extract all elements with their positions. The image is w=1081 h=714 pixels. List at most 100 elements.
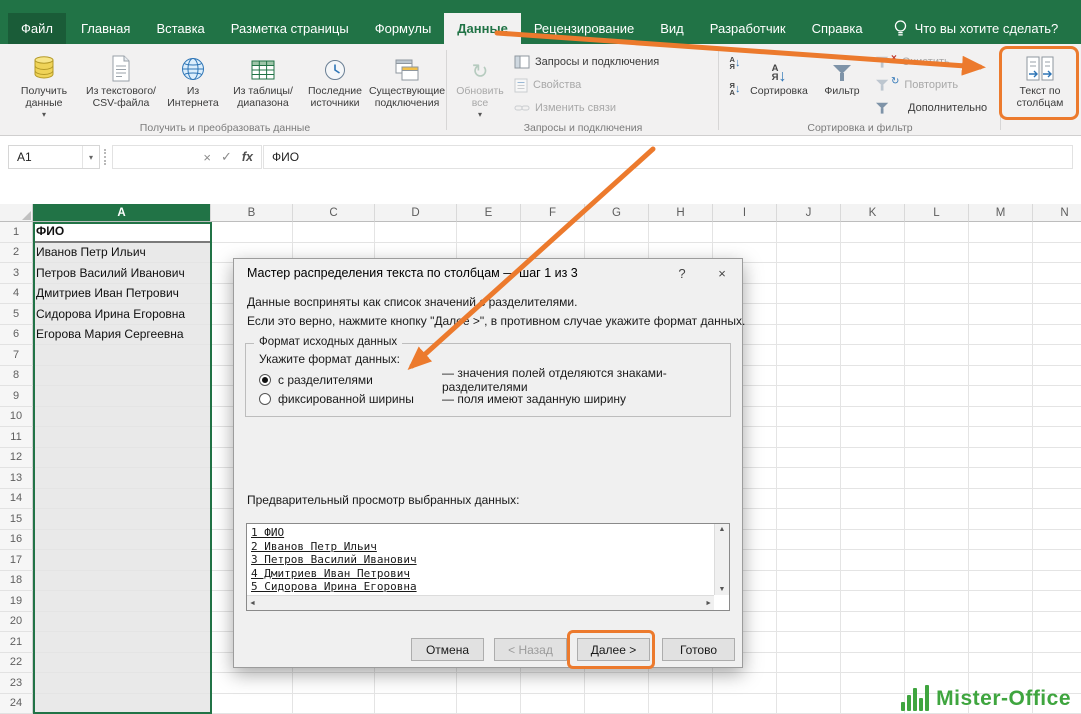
- ribbon-tab[interactable]: Разметка страницы: [218, 13, 362, 44]
- row-header-9[interactable]: 9: [0, 386, 33, 407]
- cell-A24[interactable]: [33, 694, 211, 714]
- fixed-width-radio[interactable]: [259, 393, 271, 405]
- cell-K23[interactable]: [841, 673, 905, 694]
- cell-N7[interactable]: [1033, 345, 1081, 366]
- row-header-14[interactable]: 14: [0, 489, 33, 510]
- recent-sources-button[interactable]: Последние источники: [300, 47, 370, 125]
- cell-N10[interactable]: [1033, 407, 1081, 428]
- cell-N8[interactable]: [1033, 366, 1081, 387]
- column-header-H[interactable]: H: [649, 204, 713, 222]
- column-header-B[interactable]: B: [211, 204, 293, 222]
- back-button[interactable]: < Назад: [494, 638, 567, 661]
- cell-K5[interactable]: [841, 304, 905, 325]
- cell-M4[interactable]: [969, 284, 1033, 305]
- cell-K15[interactable]: [841, 509, 905, 530]
- cell-M13[interactable]: [969, 468, 1033, 489]
- cell-J24[interactable]: [777, 694, 841, 714]
- column-header-M[interactable]: M: [969, 204, 1033, 222]
- cell-A10[interactable]: [33, 407, 211, 428]
- cell-K3[interactable]: [841, 263, 905, 284]
- cell-I1[interactable]: [713, 222, 777, 243]
- cell-N5[interactable]: [1033, 304, 1081, 325]
- cell-L1[interactable]: [905, 222, 969, 243]
- scroll-right-icon[interactable]: ►: [705, 600, 712, 607]
- cell-L8[interactable]: [905, 366, 969, 387]
- cell-A5[interactable]: Сидорова Ирина Егоровна: [33, 304, 211, 325]
- cell-D23[interactable]: [375, 673, 457, 694]
- cell-M15[interactable]: [969, 509, 1033, 530]
- cell-E24[interactable]: [457, 694, 521, 714]
- cell-E1[interactable]: [457, 222, 521, 243]
- cell-A20[interactable]: [33, 612, 211, 633]
- row-header-6[interactable]: 6: [0, 325, 33, 346]
- from-web-button[interactable]: Из Интернета: [160, 47, 226, 125]
- name-box[interactable]: A1 ▾: [8, 145, 100, 169]
- cell-G24[interactable]: [585, 694, 649, 714]
- cell-K9[interactable]: [841, 386, 905, 407]
- cell-M2[interactable]: [969, 243, 1033, 264]
- cell-L7[interactable]: [905, 345, 969, 366]
- cell-C23[interactable]: [293, 673, 375, 694]
- cell-N2[interactable]: [1033, 243, 1081, 264]
- cell-J2[interactable]: [777, 243, 841, 264]
- cell-J16[interactable]: [777, 530, 841, 551]
- cell-J3[interactable]: [777, 263, 841, 284]
- cell-I23[interactable]: [713, 673, 777, 694]
- cell-N17[interactable]: [1033, 550, 1081, 571]
- delimited-radio[interactable]: [259, 374, 271, 386]
- column-header-D[interactable]: D: [375, 204, 457, 222]
- cell-L20[interactable]: [905, 612, 969, 633]
- cell-L12[interactable]: [905, 448, 969, 469]
- cell-K7[interactable]: [841, 345, 905, 366]
- cell-G1[interactable]: [585, 222, 649, 243]
- cell-N19[interactable]: [1033, 591, 1081, 612]
- cell-K21[interactable]: [841, 632, 905, 653]
- row-header-23[interactable]: 23: [0, 673, 33, 694]
- row-header-13[interactable]: 13: [0, 468, 33, 489]
- cell-L13[interactable]: [905, 468, 969, 489]
- properties-item[interactable]: Свойства: [514, 75, 581, 95]
- cell-M17[interactable]: [969, 550, 1033, 571]
- dialog-help-button[interactable]: ?: [662, 259, 702, 287]
- cell-A2[interactable]: Иванов Петр Ильич: [33, 243, 211, 264]
- row-header-5[interactable]: 5: [0, 304, 33, 325]
- ribbon-tab[interactable]: Рецензирование: [521, 13, 647, 44]
- cell-M16[interactable]: [969, 530, 1033, 551]
- cell-M12[interactable]: [969, 448, 1033, 469]
- cell-J9[interactable]: [777, 386, 841, 407]
- cell-H1[interactable]: [649, 222, 713, 243]
- cell-L19[interactable]: [905, 591, 969, 612]
- row-header-7[interactable]: 7: [0, 345, 33, 366]
- cell-N16[interactable]: [1033, 530, 1081, 551]
- cell-L15[interactable]: [905, 509, 969, 530]
- cell-J14[interactable]: [777, 489, 841, 510]
- cell-J12[interactable]: [777, 448, 841, 469]
- row-header-1[interactable]: 1: [0, 222, 33, 243]
- cell-N23[interactable]: [1033, 673, 1081, 694]
- ribbon-tab[interactable]: Данные: [444, 13, 521, 44]
- cell-J10[interactable]: [777, 407, 841, 428]
- cell-N15[interactable]: [1033, 509, 1081, 530]
- cell-A9[interactable]: [33, 386, 211, 407]
- cell-M21[interactable]: [969, 632, 1033, 653]
- queries-connections-item[interactable]: Запросы и подключения: [514, 52, 659, 72]
- column-header-K[interactable]: K: [841, 204, 905, 222]
- cell-K1[interactable]: [841, 222, 905, 243]
- cell-J5[interactable]: [777, 304, 841, 325]
- row-header-4[interactable]: 4: [0, 284, 33, 305]
- cell-J17[interactable]: [777, 550, 841, 571]
- cell-K19[interactable]: [841, 591, 905, 612]
- cell-L16[interactable]: [905, 530, 969, 551]
- cell-M20[interactable]: [969, 612, 1033, 633]
- cell-A21[interactable]: [33, 632, 211, 653]
- cell-L18[interactable]: [905, 571, 969, 592]
- row-header-3[interactable]: 3: [0, 263, 33, 284]
- cell-D24[interactable]: [375, 694, 457, 714]
- cell-J4[interactable]: [777, 284, 841, 305]
- cell-K20[interactable]: [841, 612, 905, 633]
- ribbon-tab[interactable]: Разработчик: [697, 13, 799, 44]
- next-button[interactable]: Далее >: [577, 638, 650, 661]
- cell-K13[interactable]: [841, 468, 905, 489]
- scroll-down-icon[interactable]: ▼: [719, 586, 726, 593]
- from-text-csv-button[interactable]: Из текстового/ CSV-файла: [84, 47, 158, 125]
